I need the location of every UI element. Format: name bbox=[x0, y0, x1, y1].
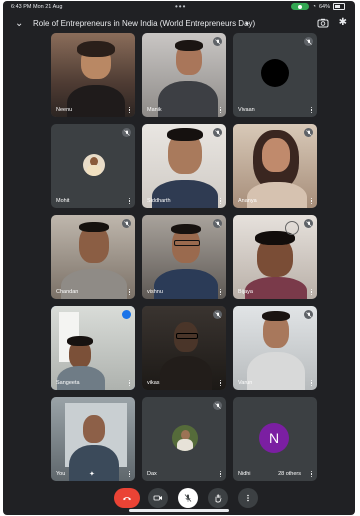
speaking-indicator-icon bbox=[122, 310, 131, 319]
end-call-button[interactable] bbox=[114, 488, 140, 508]
others-count[interactable]: 28 others bbox=[278, 471, 301, 477]
more-actions-button[interactable] bbox=[238, 488, 258, 508]
battery-percent: 64% bbox=[318, 3, 330, 10]
more-options-icon[interactable] bbox=[218, 379, 223, 387]
participant-name: Manik bbox=[147, 107, 162, 113]
participant-name: vikas bbox=[147, 380, 160, 386]
participant-name: vishnu bbox=[147, 289, 163, 295]
participant-name: Siddharth bbox=[147, 198, 171, 204]
muted-mic-icon bbox=[304, 128, 313, 137]
participant-tile[interactable]: Mohit bbox=[51, 124, 135, 208]
self-view-effects-icon[interactable]: ✦ bbox=[89, 470, 95, 478]
participant-avatar bbox=[172, 425, 198, 451]
more-vertical-icon bbox=[247, 494, 249, 502]
participant-tile[interactable]: Siddharth bbox=[142, 124, 226, 208]
meeting-title[interactable]: Role of Entrepreneurs in New India (Worl… bbox=[33, 19, 255, 28]
more-options-icon[interactable] bbox=[309, 379, 314, 387]
wifi-icon: ◔ bbox=[312, 3, 316, 10]
participant-avatar bbox=[83, 154, 105, 176]
muted-mic-icon bbox=[213, 128, 222, 137]
participant-name: Sangeeta bbox=[56, 380, 80, 386]
hand-icon bbox=[215, 494, 222, 503]
participant-tile[interactable]: Manik bbox=[142, 33, 226, 117]
battery-icon bbox=[333, 3, 345, 10]
status-icons: ◔ 64% bbox=[291, 3, 345, 10]
participant-tile[interactable]: Bijaya bbox=[233, 215, 317, 299]
video-camera-icon bbox=[153, 495, 162, 501]
more-options-icon[interactable] bbox=[309, 197, 314, 205]
muted-mic-icon bbox=[213, 310, 222, 319]
participant-tile-self[interactable]: You ✦ bbox=[51, 397, 135, 481]
participant-name: Varun bbox=[238, 380, 253, 386]
participant-name: Neenu bbox=[56, 107, 73, 113]
participant-name: Ananya bbox=[238, 198, 257, 204]
participant-tile[interactable]: Varun bbox=[233, 306, 317, 390]
multitask-dots-icon[interactable]: ••• bbox=[175, 2, 186, 11]
collapse-chevron-icon[interactable]: ⌄ bbox=[15, 18, 23, 29]
participant-tile[interactable]: vikas bbox=[142, 306, 226, 390]
participant-name: Bijaya bbox=[238, 289, 253, 295]
more-options-icon[interactable] bbox=[127, 106, 132, 114]
muted-mic-icon bbox=[122, 128, 131, 137]
meeting-header: ⌄ Role of Entrepreneurs in New India (Wo… bbox=[3, 14, 355, 34]
home-indicator[interactable] bbox=[129, 509, 229, 512]
participant-tile[interactable]: Neenu bbox=[51, 33, 135, 117]
phone-hangup-icon bbox=[123, 497, 131, 501]
switch-camera-icon[interactable] bbox=[317, 18, 329, 28]
muted-mic-icon bbox=[213, 219, 222, 228]
participant-avatar: N bbox=[259, 423, 289, 453]
participant-tile[interactable]: N Nidhi 28 others bbox=[233, 397, 317, 481]
participant-tile[interactable]: Dax bbox=[142, 397, 226, 481]
camera-in-use-icon bbox=[291, 3, 310, 10]
more-options-icon[interactable] bbox=[127, 197, 132, 205]
status-bar: 6:43 PM Mon 21 Aug ••• ◔ 64% bbox=[3, 1, 355, 14]
muted-mic-icon bbox=[304, 37, 313, 46]
participant-tile-active-speaker[interactable]: Sangeeta bbox=[51, 306, 135, 390]
audio-output-icon[interactable]: ✱ bbox=[339, 17, 347, 28]
raise-hand-button[interactable] bbox=[208, 488, 228, 508]
muted-mic-icon bbox=[213, 401, 222, 410]
participant-name: Chandan bbox=[56, 289, 79, 295]
more-options-icon[interactable] bbox=[127, 379, 132, 387]
participant-name: Mohit bbox=[56, 198, 70, 204]
mic-off-icon bbox=[184, 494, 192, 502]
more-options-icon[interactable] bbox=[309, 470, 314, 478]
participant-tile[interactable]: Vivaan bbox=[233, 33, 317, 117]
meet-window: 6:43 PM Mon 21 Aug ••• ◔ 64% ⌄ Role of E… bbox=[3, 1, 355, 515]
more-options-icon[interactable] bbox=[218, 470, 223, 478]
participant-name: You bbox=[56, 471, 66, 477]
muted-mic-icon bbox=[304, 310, 313, 319]
camera-toggle-button[interactable] bbox=[148, 488, 168, 508]
participant-name: Nidhi bbox=[238, 471, 251, 477]
muted-mic-icon bbox=[304, 219, 313, 228]
status-time: 6:43 PM Mon 21 Aug bbox=[11, 4, 63, 10]
more-options-icon[interactable] bbox=[127, 288, 132, 296]
participant-avatar bbox=[261, 59, 289, 87]
participant-name: Dax bbox=[147, 471, 157, 477]
more-options-icon[interactable] bbox=[218, 197, 223, 205]
more-options-icon[interactable] bbox=[309, 288, 314, 296]
participant-tile[interactable]: vishnu bbox=[142, 215, 226, 299]
muted-mic-icon bbox=[213, 37, 222, 46]
more-options-icon[interactable] bbox=[218, 106, 223, 114]
participant-tile[interactable]: Ananya bbox=[233, 124, 317, 208]
participant-name: Vivaan bbox=[238, 107, 255, 113]
more-options-icon[interactable] bbox=[127, 470, 132, 478]
mic-toggle-button[interactable] bbox=[178, 488, 198, 508]
more-options-icon[interactable] bbox=[309, 106, 314, 114]
participant-tile[interactable]: Chandan bbox=[51, 215, 135, 299]
call-controls bbox=[3, 488, 355, 508]
more-options-icon[interactable] bbox=[218, 288, 223, 296]
muted-mic-icon bbox=[122, 219, 131, 228]
title-caret-icon[interactable]: ▸ bbox=[246, 20, 249, 27]
